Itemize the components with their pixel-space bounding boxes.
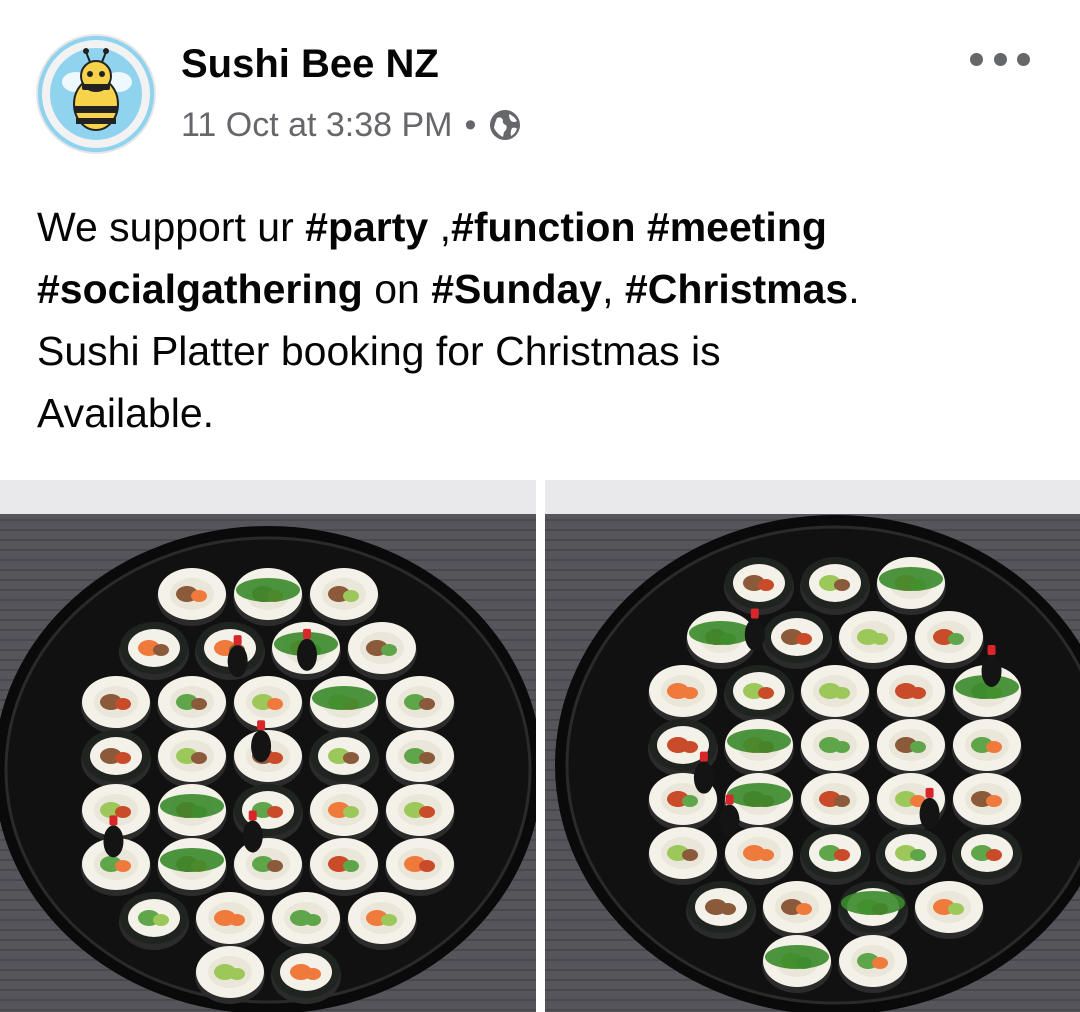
photo-grid	[0, 480, 1080, 1012]
page-avatar[interactable]	[36, 34, 156, 154]
globe-icon[interactable]	[488, 108, 522, 142]
more-dot	[1017, 52, 1030, 66]
message-text	[636, 204, 647, 250]
hashtag-christmas[interactable]: #Christmas	[625, 266, 848, 312]
post-meta: 11 Oct at 3:38 PM •	[181, 102, 522, 148]
page-name-link[interactable]: Sushi Bee NZ	[181, 38, 439, 90]
bee-logo	[38, 36, 154, 152]
message-line-2: #socialgathering on #Sunday, #Christmas.	[37, 258, 1047, 320]
post-message: We support ur #party ,#function #meeting…	[37, 196, 1047, 444]
message-line-4: Available.	[37, 390, 215, 436]
message-text: ,	[602, 266, 625, 312]
hashtag-party[interactable]: #party	[305, 204, 428, 250]
sushi-platter-photo-1[interactable]	[0, 480, 536, 1012]
meta-separator: •	[464, 106, 477, 144]
message-text: .	[848, 266, 860, 312]
sushi-platter-image	[0, 480, 536, 1012]
post-timestamp[interactable]: 11 Oct at 3:38 PM	[181, 102, 453, 148]
hashtag-socialgathering[interactable]: #socialgathering	[37, 266, 363, 312]
post-header: Sushi Bee NZ 11 Oct at 3:38 PM •	[0, 0, 1080, 170]
message-line-3: Sushi Platter booking for Christmas is	[37, 328, 721, 374]
hashtag-meeting[interactable]: #meeting	[647, 204, 827, 250]
sushi-platter-photo-2[interactable]	[545, 480, 1080, 1012]
message-text: on	[362, 266, 432, 312]
more-dot	[993, 52, 1007, 66]
hashtag-function[interactable]: #function	[451, 204, 635, 250]
message-line-1: We support ur #party ,#function #meeting	[37, 196, 1047, 258]
more-options-icon[interactable]	[970, 44, 1030, 74]
sushi-platter-image	[545, 480, 1080, 1012]
more-dot	[970, 52, 983, 66]
message-text: ,	[428, 204, 452, 250]
message-text: We support ur	[37, 204, 306, 250]
hashtag-sunday[interactable]: #Sunday	[431, 266, 602, 312]
